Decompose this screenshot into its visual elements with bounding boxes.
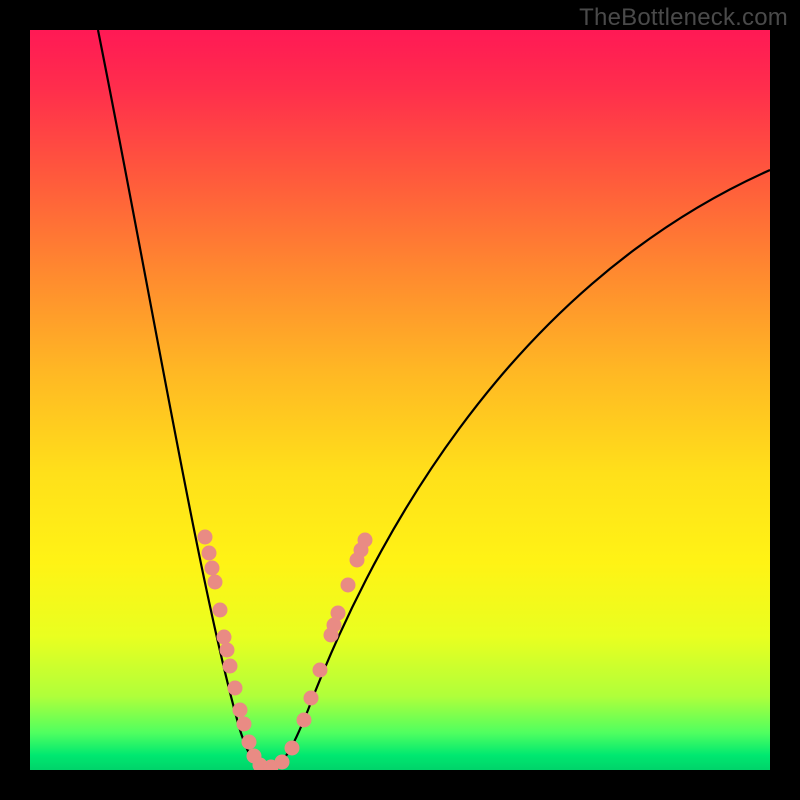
scatter-point [208, 575, 223, 590]
chart-svg [30, 30, 770, 770]
scatter-point [331, 606, 346, 621]
scatter-point [213, 603, 228, 618]
scatter-point [217, 630, 232, 645]
scatter-point [223, 659, 238, 674]
scatter-point [228, 681, 243, 696]
scatter-point [242, 735, 257, 750]
scatter-point [202, 546, 217, 561]
scatter-point [233, 703, 248, 718]
scatter-point [205, 561, 220, 576]
scatter-dots [198, 530, 373, 771]
scatter-point [275, 755, 290, 770]
chart-frame: TheBottleneck.com [0, 0, 800, 800]
scatter-point [313, 663, 328, 678]
bottleneck-curve [98, 30, 770, 768]
plot-area [30, 30, 770, 770]
scatter-point [237, 717, 252, 732]
scatter-point [358, 533, 373, 548]
scatter-point [304, 691, 319, 706]
scatter-point [285, 741, 300, 756]
scatter-point [341, 578, 356, 593]
scatter-point [198, 530, 213, 545]
scatter-point [220, 643, 235, 658]
scatter-point [297, 713, 312, 728]
watermark-text: TheBottleneck.com [579, 4, 788, 32]
